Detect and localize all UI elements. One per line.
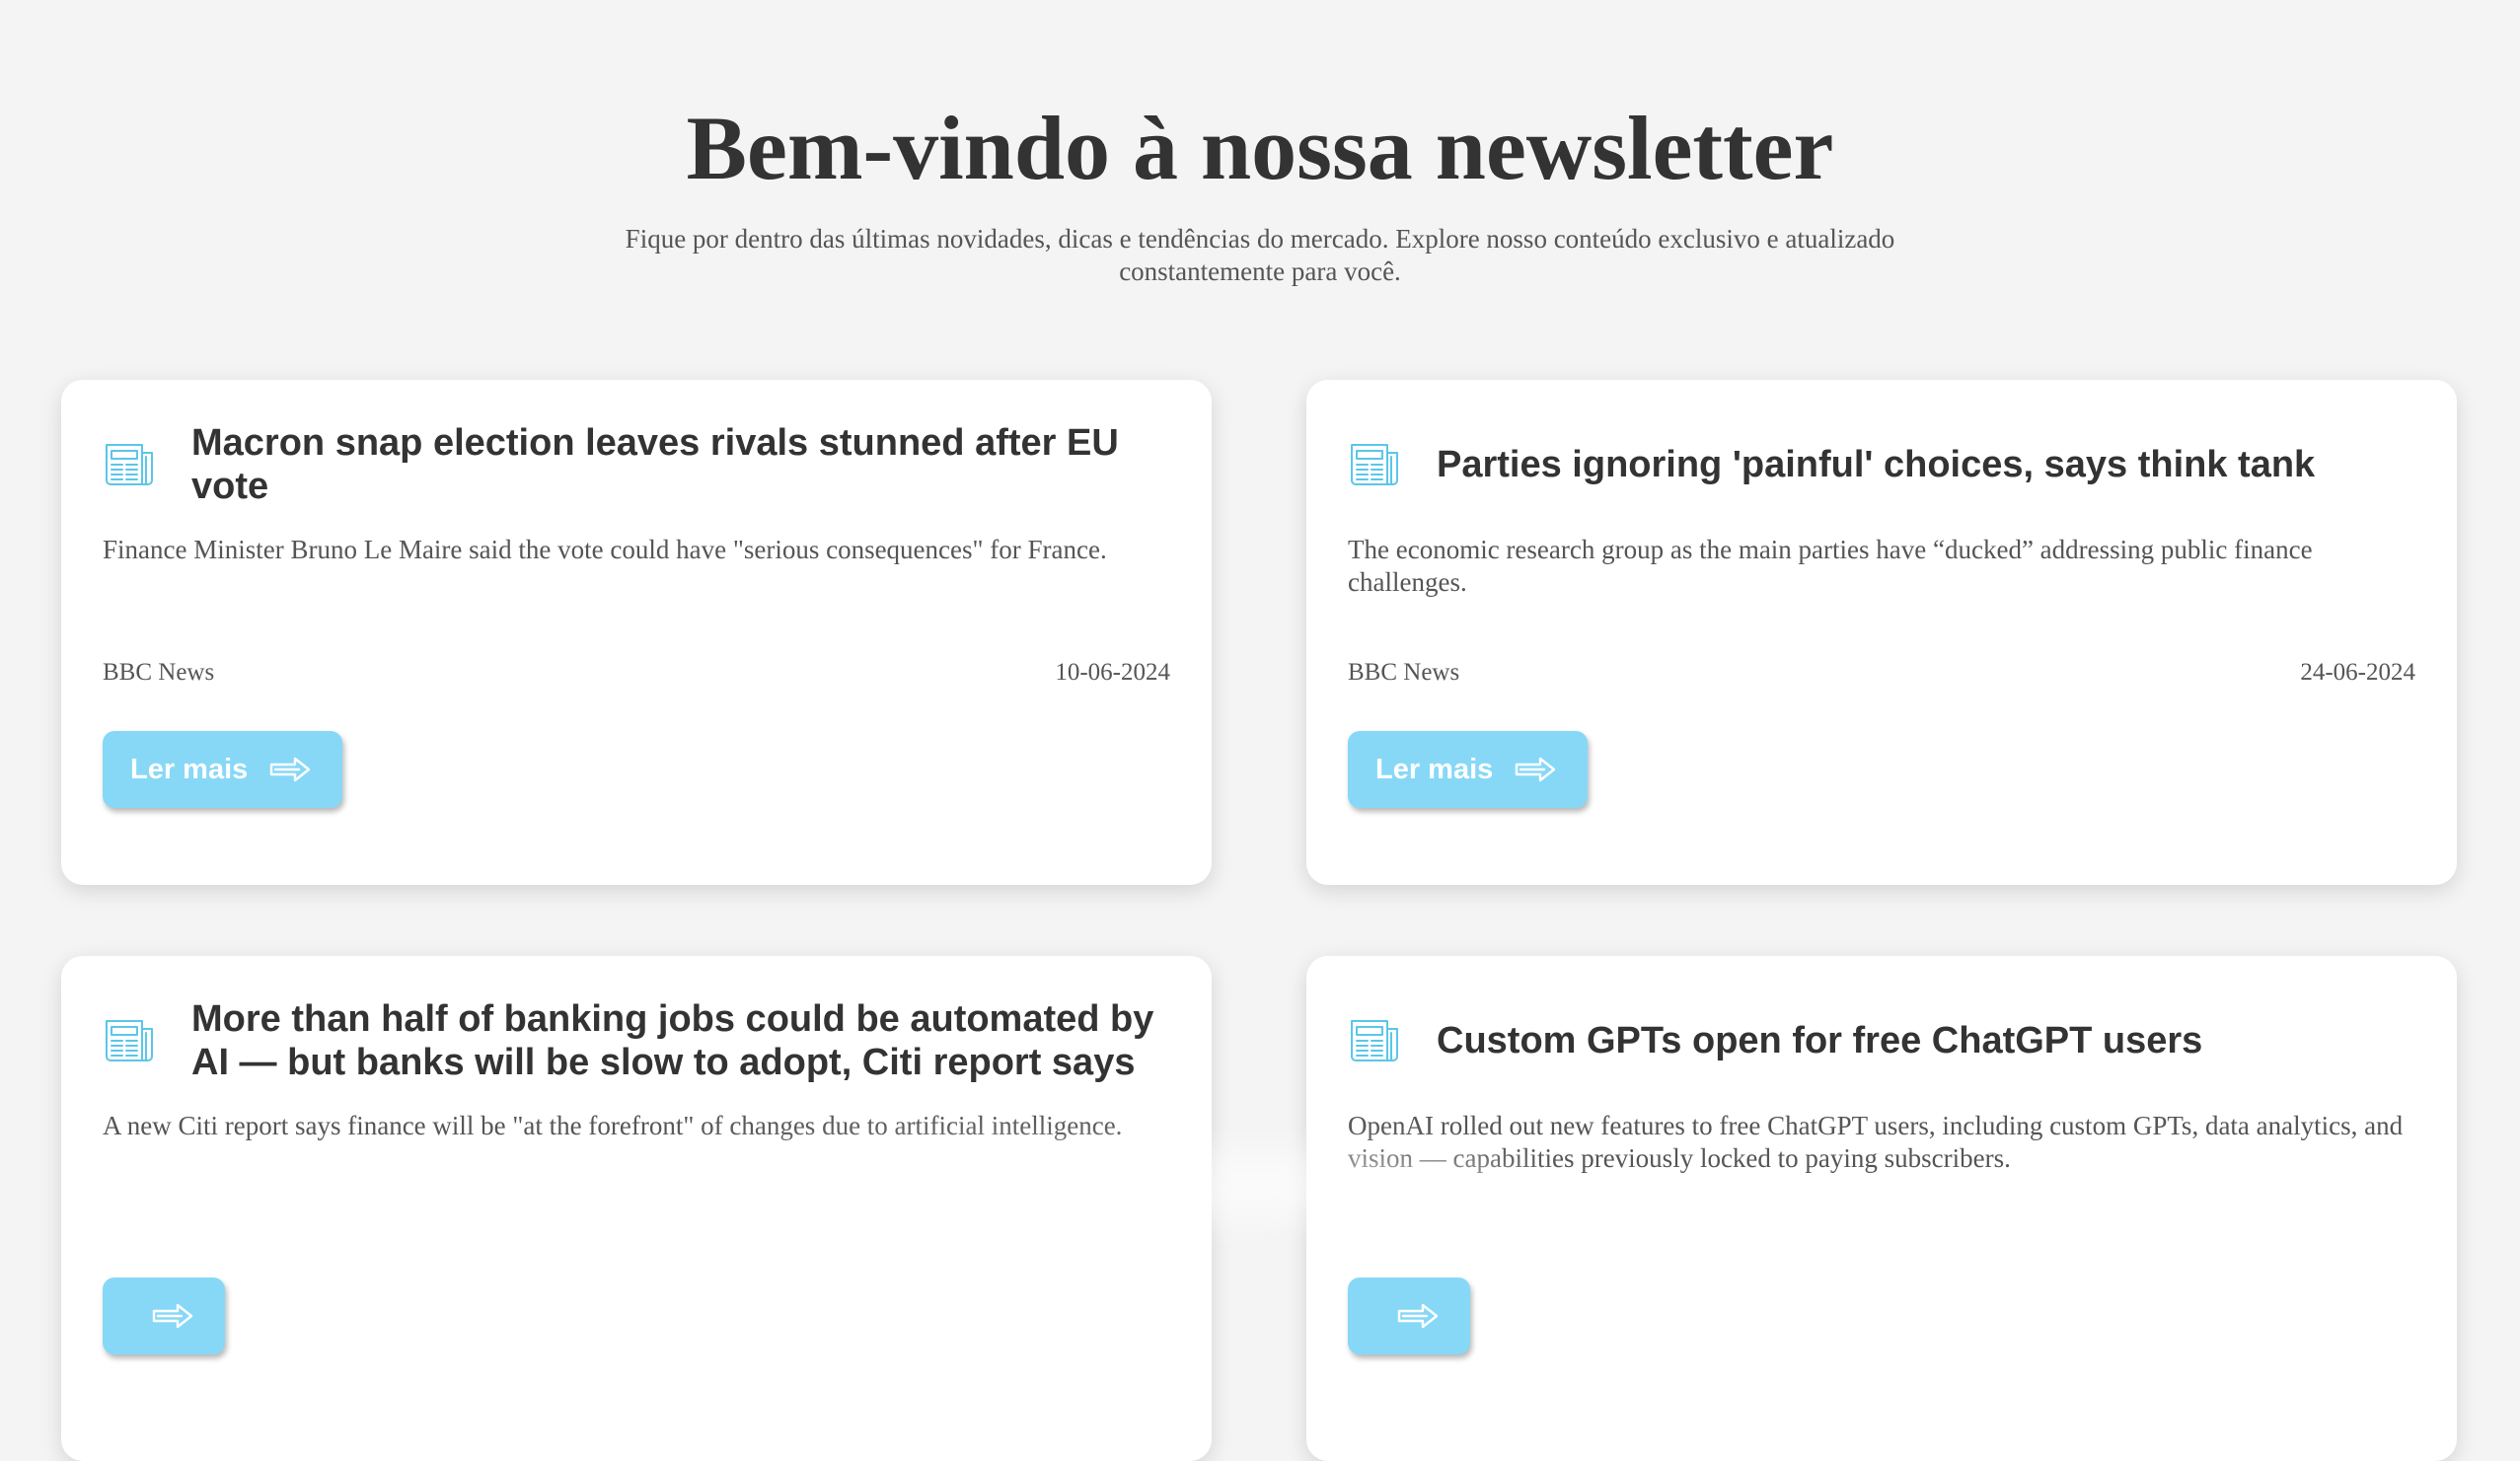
arrow-right-icon — [152, 1303, 193, 1329]
arrow-right-icon — [1397, 1303, 1439, 1329]
read-more-button[interactable] — [103, 1278, 225, 1354]
article-meta: BBC News 10-06-2024 — [103, 658, 1170, 688]
article-title[interactable]: Macron snap election leaves rivals stunn… — [191, 421, 1170, 508]
article-card: Parties ignoring 'painful' choices, says… — [1306, 380, 2457, 885]
page-subtitle: Fique por dentro das últimas novidades, … — [625, 224, 1895, 286]
article-description: Finance Minister Bruno Le Maire said the… — [103, 535, 1107, 564]
article-card: Custom GPTs open for free ChatGPT users … — [1306, 956, 2457, 1461]
article-description: A new Citi report says finance will be "… — [103, 1111, 1123, 1140]
newspaper-icon — [1351, 444, 1398, 485]
card-header: Parties ignoring 'painful' choices, says… — [1348, 421, 2415, 508]
page-title: Bem-vindo à nossa newsletter — [686, 98, 1834, 198]
arrow-right-icon — [1516, 757, 1556, 782]
read-more-label: Ler mais — [1375, 753, 1494, 785]
article-title[interactable]: Parties ignoring 'painful' choices, says… — [1437, 443, 2315, 486]
article-date: 24-06-2024 — [2300, 659, 2415, 686]
read-more-button[interactable] — [1348, 1278, 1470, 1354]
articles-grid: Macron snap election leaves rivals stunn… — [61, 380, 2457, 1461]
article-description: The economic research group as the main … — [1348, 535, 2313, 597]
newspaper-icon — [106, 444, 153, 485]
card-header: Custom GPTs open for free ChatGPT users — [1348, 997, 2415, 1084]
article-description: OpenAI rolled out new features to free C… — [1348, 1111, 2404, 1173]
article-date: 10-06-2024 — [1055, 659, 1170, 686]
newspaper-icon — [106, 1020, 153, 1061]
article-meta: BBC News 24-06-2024 — [1348, 658, 2415, 688]
article-source: BBC News — [103, 659, 215, 686]
article-title[interactable]: Custom GPTs open for free ChatGPT users — [1437, 1019, 2202, 1062]
read-more-button[interactable]: Ler mais — [103, 731, 343, 808]
newspaper-icon — [1351, 1020, 1398, 1061]
article-card: More than half of banking jobs could be … — [61, 956, 1212, 1461]
article-card: Macron snap election leaves rivals stunn… — [61, 380, 1212, 885]
card-header: Macron snap election leaves rivals stunn… — [103, 421, 1170, 508]
arrow-right-icon — [270, 757, 311, 782]
page-header: Bem-vindo à nossa newsletter Fique por d… — [0, 0, 2520, 288]
article-source: BBC News — [1348, 659, 1460, 686]
card-header: More than half of banking jobs could be … — [103, 997, 1170, 1084]
read-more-button[interactable]: Ler mais — [1348, 731, 1589, 808]
read-more-label: Ler mais — [130, 753, 249, 785]
article-title[interactable]: More than half of banking jobs could be … — [191, 997, 1170, 1084]
